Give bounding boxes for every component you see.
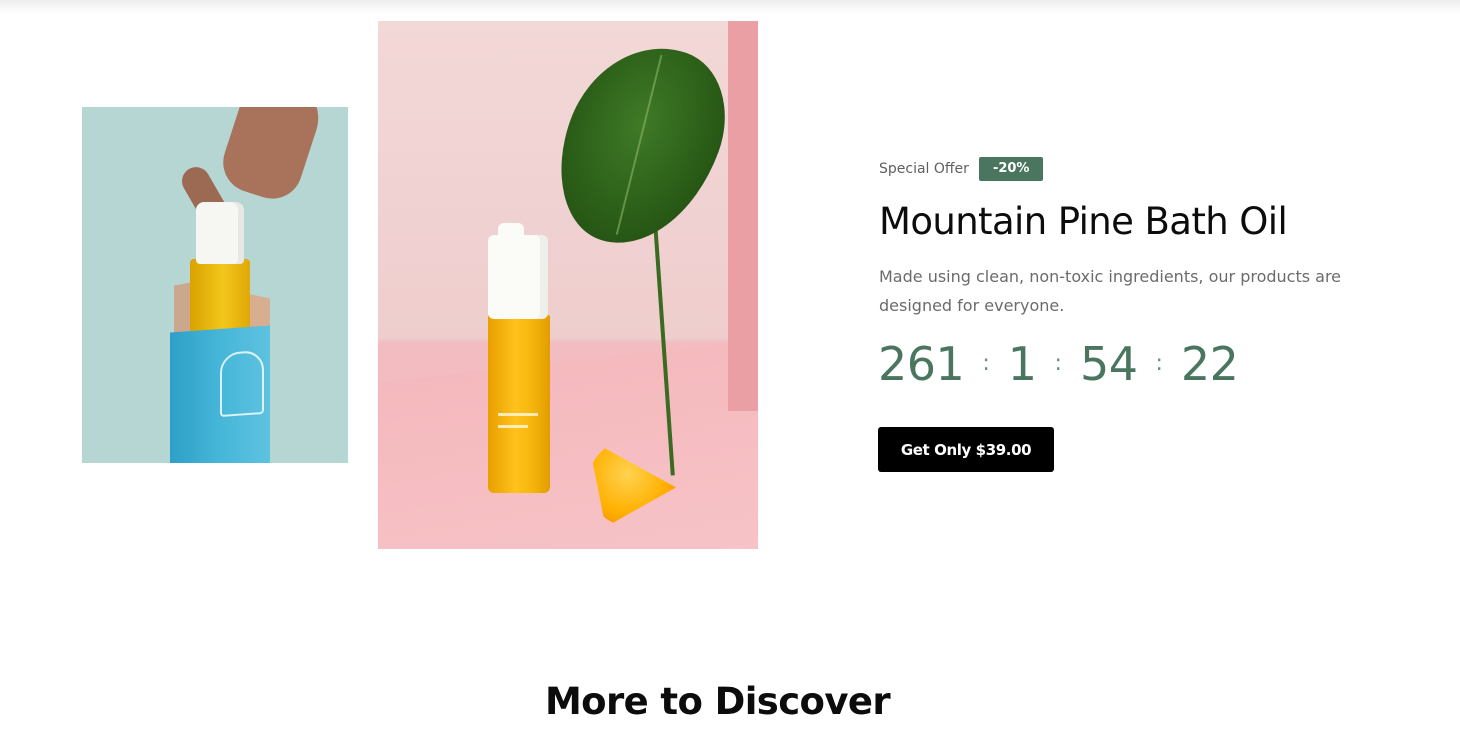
product-description: Made using clean, non-toxic ingredients,…: [879, 267, 1342, 315]
header-shadow: [0, 0, 1460, 14]
surface: [378, 341, 758, 549]
oil-bottle: [488, 315, 550, 493]
countdown-timer: 261 : 1 : 54 : 22: [878, 336, 1239, 392]
countdown-hours: 1: [1007, 337, 1037, 391]
countdown-separator: :: [1054, 351, 1062, 376]
offer-header: Special Offer -20%: [879, 157, 1044, 181]
countdown-minutes: 54: [1079, 337, 1138, 391]
product-image-bottle: [378, 21, 758, 549]
countdown-days: 261: [878, 337, 965, 391]
countdown-separator: :: [982, 351, 990, 376]
leaf: [535, 23, 747, 268]
bottle-label-line: [498, 413, 538, 416]
discount-badge: -20%: [978, 157, 1044, 181]
hand-illustration: [215, 107, 329, 207]
product-image-box: [82, 107, 348, 463]
product-box: [170, 325, 270, 463]
countdown-seconds: 22: [1180, 337, 1239, 391]
pump-cap: [196, 202, 244, 264]
pump-cap: [488, 223, 548, 319]
wall-edge: [728, 21, 758, 411]
buy-button[interactable]: Get Only $39.00: [878, 427, 1054, 472]
product-title: Mountain Pine Bath Oil: [879, 200, 1288, 243]
more-to-discover-heading: More to Discover: [544, 680, 891, 723]
bottle-label-line: [498, 425, 528, 428]
special-offer-label: Special Offer: [879, 161, 969, 177]
countdown-separator: :: [1155, 351, 1163, 376]
